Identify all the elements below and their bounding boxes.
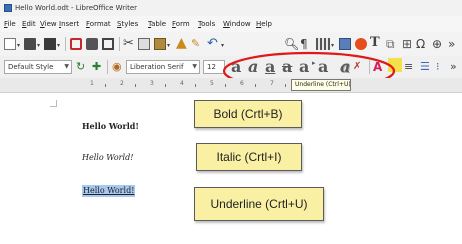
insert-text-box-icon[interactable]: T — [370, 35, 380, 51]
italic-callout: Italic (Crtl+I) — [196, 143, 302, 171]
menu-item-edit[interactable]: Edit — [22, 19, 36, 29]
menu-item-form[interactable]: Form — [172, 19, 190, 29]
italic-hello-world-text[interactable]: Hello World! — [82, 152, 133, 164]
insert-table-icon[interactable] — [316, 38, 330, 50]
menu-label: indow — [229, 20, 251, 28]
menu-item-table[interactable]: Table — [148, 19, 166, 29]
chevron-down-icon: ▼ — [192, 63, 197, 70]
ruler-tick — [195, 84, 196, 87]
menu-item-format[interactable]: Format — [86, 19, 111, 29]
open-dropdown-icon[interactable]: ▾ — [37, 42, 40, 49]
update-style-icon[interactable]: ↻ — [76, 60, 85, 74]
ruler-tick — [135, 84, 136, 87]
cut-icon[interactable]: ✂ — [123, 36, 134, 52]
menu-label: ile — [7, 20, 16, 28]
ruler-tick — [255, 84, 256, 87]
insert-special-character-icon[interactable]: Ω — [416, 36, 425, 52]
save-icon[interactable] — [44, 38, 56, 50]
new-document-icon[interactable] — [4, 38, 16, 50]
toolbar-separator — [65, 37, 66, 51]
ruler-number: 3 — [150, 80, 154, 87]
clone-formatting-icon[interactable]: ▲ — [176, 35, 187, 51]
toolbar-overflow-icon[interactable]: » — [448, 36, 455, 52]
print-icon[interactable] — [86, 38, 98, 50]
ruler-number: 6 — [240, 80, 244, 87]
clear-formatting-icon[interactable]: ✎ — [191, 37, 200, 51]
underline-hello-world-text[interactable]: Hello World! — [82, 185, 136, 197]
character-spacing-icon[interactable]: ≡ — [404, 60, 413, 74]
bold-callout: Bold (Crtl+B) — [194, 100, 302, 128]
undo-dropdown-icon[interactable]: ▾ — [221, 42, 224, 49]
ruler-number: 4 — [180, 80, 184, 87]
horizontal-ruler[interactable] — [0, 78, 462, 93]
menu-label: nsert — [61, 20, 80, 28]
menu-mnemonic: W — [223, 20, 230, 28]
menu-item-styles[interactable]: Styles — [117, 19, 138, 29]
ruler-number: 5 — [210, 80, 214, 87]
menu-label: ools — [201, 20, 216, 28]
underline-callout: Underline (Crtl+U) — [194, 187, 324, 221]
toolbar-separator — [119, 37, 120, 51]
menu-item-help[interactable]: Help — [256, 19, 272, 29]
page-corner-mark — [50, 100, 57, 107]
menu-label: dit — [26, 20, 36, 28]
open-folder-icon[interactable] — [24, 38, 36, 50]
paragraph-style-value: Default Style — [8, 63, 54, 71]
formatting-overflow-icon[interactable]: » — [450, 60, 457, 74]
insert-field-icon[interactable]: ⊞ — [402, 36, 412, 52]
paragraph-style-select[interactable]: Default Style ▼ — [4, 60, 72, 74]
insert-chart-icon[interactable] — [355, 38, 367, 50]
toolbar-separator — [107, 60, 108, 74]
ruler-tick — [285, 84, 286, 87]
menu-label: tyles — [121, 20, 139, 28]
ruler-tick — [225, 84, 226, 87]
hyperlink-icon[interactable]: ⊕ — [432, 36, 442, 52]
paste-icon[interactable] — [154, 38, 166, 50]
font-icon: ◉ — [112, 60, 122, 73]
numbering-icon[interactable]: ⁝ — [436, 60, 440, 74]
font-size-value: 12 — [207, 63, 216, 71]
menu-label: orm — [175, 20, 190, 28]
menu-item-tools[interactable]: Tools — [198, 19, 215, 29]
menu-item-insert[interactable]: Insert — [59, 19, 79, 29]
menu-item-file[interactable]: File — [4, 19, 16, 29]
export-pdf-icon[interactable] — [70, 38, 82, 50]
ruler-number: 1 — [90, 80, 94, 87]
bold-hello-world-text[interactable]: Hello World! — [82, 120, 139, 132]
ruler-tick — [105, 84, 106, 87]
ruler-number: 2 — [120, 80, 124, 87]
font-name-select[interactable]: Liberation Serif ▼ — [126, 60, 200, 74]
copy-icon[interactable] — [138, 38, 150, 50]
menu-label: iew — [44, 20, 57, 28]
window-title: Hello World.odt - LibreOffice Writer — [15, 4, 138, 12]
ruler-number: 7 — [270, 80, 274, 87]
underline-tooltip: Underline (Ctrl+U) — [291, 79, 351, 91]
menu-label: ormat — [89, 20, 111, 28]
menu-item-window[interactable]: Window — [223, 19, 251, 29]
menu-item-view[interactable]: View — [40, 19, 57, 29]
chevron-down-icon: ▼ — [64, 63, 69, 70]
print-preview-icon[interactable] — [102, 38, 114, 50]
writer-app-icon — [4, 4, 12, 12]
bullets-icon[interactable]: ☰ — [420, 60, 430, 74]
insert-image-icon[interactable] — [339, 38, 351, 50]
new-dropdown-icon[interactable]: ▾ — [17, 42, 20, 49]
menu-label: elp — [261, 20, 272, 28]
menu-label: able — [151, 20, 167, 28]
table-dropdown-icon[interactable]: ▾ — [331, 42, 334, 49]
paste-dropdown-icon[interactable]: ▾ — [167, 42, 170, 49]
save-dropdown-icon[interactable]: ▾ — [57, 42, 60, 49]
font-name-value: Liberation Serif — [130, 63, 184, 71]
ruler-tick — [165, 84, 166, 87]
undo-icon[interactable]: ↶ — [207, 36, 218, 52]
new-style-icon[interactable]: ✚ — [92, 60, 101, 74]
